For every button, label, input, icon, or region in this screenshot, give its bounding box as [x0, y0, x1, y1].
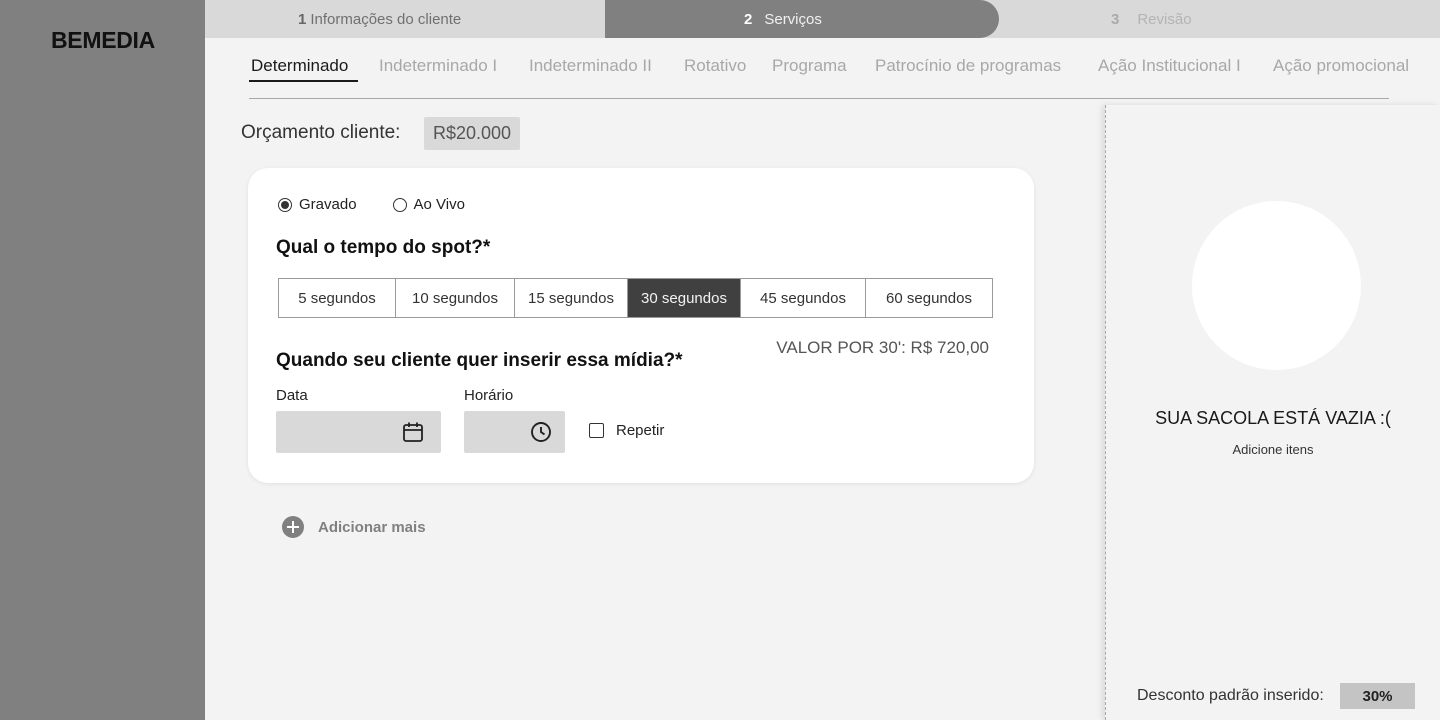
active-tab-indicator: [249, 80, 358, 82]
schedule-question: Quando seu cliente quer inserir essa míd…: [276, 350, 683, 371]
tab-programa[interactable]: Programa: [772, 56, 847, 76]
tab-rotativo[interactable]: Rotativo: [684, 56, 746, 76]
tab-acao-institucional-i[interactable]: Ação Institucional I: [1098, 56, 1241, 76]
time-input[interactable]: [464, 411, 565, 453]
radio-label: Ao Vivo: [413, 196, 465, 213]
step-services[interactable]: 2 Serviços: [744, 0, 822, 38]
spot-form-card: Gravado Ao Vivo Qual o tempo do spot?* 5…: [248, 168, 1034, 483]
step-label: Informações do cliente: [310, 10, 462, 28]
discount-value: 30%: [1340, 683, 1415, 709]
clock-icon: [531, 422, 551, 442]
price-per-spot: VALOR POR 30': R$ 720,00: [776, 338, 989, 357]
add-more-button[interactable]: Adicionar mais: [282, 516, 426, 538]
step-label: Revisão: [1137, 10, 1192, 28]
radio-label: Gravado: [299, 196, 357, 213]
step-client-info[interactable]: 1 Informações do cliente: [298, 0, 461, 38]
time-label: Horário: [464, 387, 514, 404]
progress-stepper: 1 Informações do cliente 2 Serviços 3 Re…: [205, 0, 1440, 38]
repeat-label: Repetir: [616, 422, 665, 439]
recording-type-radio-group: Gravado Ao Vivo: [278, 196, 465, 213]
duration-15s-button[interactable]: 15 segundos: [515, 279, 628, 317]
duration-10s-button[interactable]: 10 segundos: [396, 279, 515, 317]
radio-checked-icon: [278, 197, 292, 212]
logo: BEMEDIA: [51, 27, 155, 53]
discount-label: Desconto padrão inserido:: [1137, 687, 1324, 704]
budget-label: Orçamento cliente:: [241, 122, 401, 143]
duration-30s-button[interactable]: 30 segundos: [628, 279, 741, 317]
checkbox-icon: [589, 423, 604, 438]
sidebar: BEMEDIA: [0, 0, 205, 720]
tab-indeterminado-ii[interactable]: Indeterminado II: [529, 56, 652, 76]
empty-bag-subtitle: Adicione itens: [1232, 442, 1314, 457]
tab-acao-promocional[interactable]: Ação promocional: [1273, 56, 1409, 76]
radio-gravado[interactable]: Gravado: [278, 196, 357, 213]
shopping-bag-panel: SUA SACOLA ESTÁ VAZIA :( Adicione itens …: [1105, 105, 1440, 720]
date-label: Data: [276, 387, 308, 404]
tab-determinado[interactable]: Determinado: [251, 56, 348, 76]
empty-bag-illustration: [1192, 201, 1361, 370]
budget-value: R$20.000: [424, 117, 520, 150]
step-review[interactable]: 3 Revisão: [1111, 0, 1192, 38]
step-number: 2: [744, 10, 753, 28]
step-number: 1: [298, 10, 307, 28]
tab-indeterminado-i[interactable]: Indeterminado I: [379, 56, 497, 76]
plus-circle-icon: [282, 516, 304, 538]
step-number: 3: [1111, 10, 1120, 28]
step-label: Serviços: [764, 10, 822, 28]
duration-60s-button[interactable]: 60 segundos: [866, 279, 992, 317]
radio-ao-vivo[interactable]: Ao Vivo: [392, 196, 465, 213]
tabs-divider: [249, 98, 1389, 99]
date-input[interactable]: [276, 411, 441, 453]
spot-duration-question: Qual o tempo do spot?*: [276, 237, 491, 258]
tab-patrocinio-de-programas[interactable]: Patrocínio de programas: [875, 56, 1061, 76]
empty-bag-title: SUA SACOLA ESTÁ VAZIA :(: [1155, 408, 1391, 428]
repeat-checkbox[interactable]: Repetir: [589, 422, 664, 439]
duration-segmented-control: 5 segundos 10 segundos 15 segundos 30 se…: [278, 278, 993, 318]
add-more-label: Adicionar mais: [318, 518, 426, 536]
calendar-icon: [403, 422, 423, 442]
radio-unchecked-icon: [392, 197, 407, 212]
duration-45s-button[interactable]: 45 segundos: [741, 279, 866, 317]
duration-5s-button[interactable]: 5 segundos: [279, 279, 396, 317]
